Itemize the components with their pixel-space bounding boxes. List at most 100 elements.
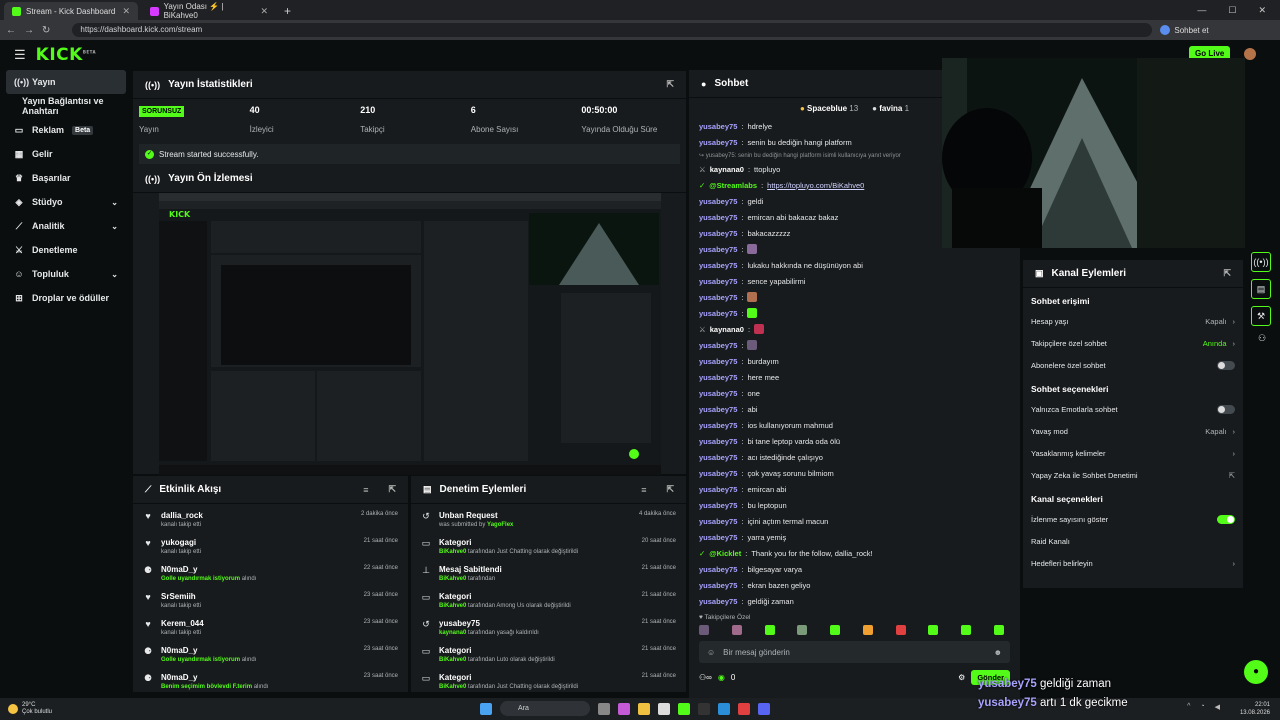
chat-message[interactable]: ⚔ kaynana0: bbox=[689, 321, 1020, 337]
chat-message[interactable]: yusabey75: ekran bazen geliyo bbox=[689, 577, 1020, 593]
chat-username[interactable]: yusabey75 bbox=[699, 485, 737, 494]
activity-row[interactable]: ♥ dallia_rock kanalı takip etti 2 dakika… bbox=[143, 508, 398, 535]
close-tab-icon[interactable]: ✕ bbox=[260, 6, 268, 17]
chat-message[interactable]: yusabey75: bbox=[689, 305, 1020, 321]
chat-username[interactable]: yusabey75 bbox=[699, 581, 737, 590]
emote-icon[interactable] bbox=[830, 625, 841, 635]
chat-username[interactable]: yusabey75 bbox=[699, 437, 737, 446]
chat-username[interactable]: yusabey75 bbox=[699, 533, 737, 542]
chat-username[interactable]: yusabey75 bbox=[699, 245, 737, 254]
sidebar-item-stream-key[interactable]: Yayın Bağlantısı ve Anahtarı bbox=[0, 94, 132, 118]
emote-icon[interactable] bbox=[895, 625, 906, 635]
chat-username[interactable]: yusabey75 bbox=[699, 565, 737, 574]
chat-message[interactable]: yusabey75: bi tane leptop varda oda ölü bbox=[689, 433, 1020, 449]
activity-row[interactable]: ⚈ N0maD_y Benim seçimim bövlevdi F.terim… bbox=[143, 670, 398, 697]
chat-username[interactable]: yusabey75 bbox=[699, 309, 737, 318]
chat-message[interactable]: yusabey75: geldiği zaman bbox=[689, 593, 1020, 608]
chat-username[interactable]: kaynana0 bbox=[710, 325, 744, 334]
emote-icon[interactable] bbox=[961, 625, 972, 635]
chrome-icon[interactable] bbox=[738, 702, 750, 715]
channel-action-row[interactable]: Abonelere özel sohbet bbox=[1023, 354, 1243, 376]
mod-action-row[interactable]: ▭ Kategori BiKahve0 tarafından Luto olar… bbox=[421, 643, 676, 670]
close-tab-icon[interactable]: ✕ bbox=[122, 6, 130, 17]
minimize-icon[interactable]: — bbox=[1197, 5, 1206, 15]
leader-item[interactable]: ● favina 1 bbox=[872, 104, 909, 113]
wifi-icon[interactable]: ◔ bbox=[1200, 703, 1204, 711]
chat-username[interactable]: yusabey75 bbox=[699, 229, 737, 238]
volume-icon[interactable]: ◀ bbox=[1215, 703, 1220, 711]
chat-message[interactable]: yusabey75: bbox=[689, 289, 1020, 305]
channel-action-row[interactable]: Hesap yaşı Kapalı › bbox=[1023, 310, 1243, 332]
channel-action-row[interactable]: İzlenme sayısını göster bbox=[1023, 508, 1243, 530]
url-field[interactable]: https://dashboard.kick.com/stream bbox=[72, 23, 1153, 37]
sidebar-item-revenue[interactable]: ▦ Gelir bbox=[0, 142, 132, 166]
sidebar-item-stream[interactable]: ((•)) Yayın bbox=[6, 70, 126, 94]
chat-message[interactable]: yusabey75: here mee bbox=[689, 369, 1020, 385]
chat-username[interactable]: yusabey75 bbox=[699, 373, 737, 382]
forward-icon[interactable]: → bbox=[24, 25, 34, 36]
chat-message[interactable]: yusabey75: bbox=[689, 337, 1020, 353]
chat-username[interactable]: yusabey75 bbox=[699, 341, 737, 350]
stream-preview-video[interactable]: KICK bbox=[159, 193, 661, 475]
activity-row[interactable]: ♥ yukogagi kanalı takip etti 21 saat önc… bbox=[143, 535, 398, 562]
channel-action-row[interactable]: Raid Kanalı bbox=[1023, 530, 1243, 552]
chat-username[interactable]: kaynana0 bbox=[710, 165, 744, 174]
menu-icon[interactable]: ☰ bbox=[14, 47, 26, 63]
sidebar-item-community[interactable]: ☺ Topluluk ⌄ bbox=[0, 262, 132, 286]
mod-action-row[interactable]: ⊥ Mesaj Sabitlendi BiKahve0 tarafından 2… bbox=[421, 562, 676, 589]
chat-username[interactable]: yusabey75 bbox=[699, 357, 737, 366]
reload-icon[interactable]: ↻ bbox=[42, 25, 50, 36]
chat-message[interactable]: yusabey75: sence yapabilirmi bbox=[689, 273, 1020, 289]
chat-username[interactable]: yusabey75 bbox=[699, 453, 737, 462]
sidebar-item-achievements[interactable]: ♛ Başarılar bbox=[0, 166, 132, 190]
mod-action-row[interactable]: ▭ Kategori BiKahve0 tarafından Just Chat… bbox=[421, 670, 676, 697]
channel-action-row[interactable]: Yavaş mod Kapalı › bbox=[1023, 420, 1243, 442]
windows-start-icon[interactable] bbox=[480, 702, 492, 715]
chat-username[interactable]: yusabey75 bbox=[699, 421, 737, 430]
chat-username[interactable]: yusabey75 bbox=[699, 277, 737, 286]
chat-link[interactable]: https://topluyo.com/BiKahve0 bbox=[767, 181, 864, 190]
emoji-icon[interactable]: ☺ bbox=[707, 648, 715, 657]
copilot-icon[interactable] bbox=[618, 702, 630, 715]
document-icon[interactable]: ▤ bbox=[1251, 279, 1271, 299]
popout-icon[interactable]: ⇱ bbox=[388, 484, 396, 495]
chat-message[interactable]: yusabey75: içini açtım termal macun bbox=[689, 513, 1020, 529]
channel-action-row[interactable]: Yasaklanmış kelimeler › bbox=[1023, 442, 1243, 464]
toggle-switch[interactable] bbox=[1217, 360, 1235, 370]
chat-message[interactable]: ✓ @Kicklet: Thank you for the follow, dal… bbox=[689, 545, 1020, 561]
avatar[interactable] bbox=[1244, 48, 1256, 60]
broadcast-icon[interactable]: ((•)) bbox=[1251, 252, 1271, 272]
emote-icon[interactable] bbox=[764, 625, 775, 635]
popout-icon[interactable]: ⇱ bbox=[666, 79, 674, 90]
chat-message[interactable]: yusabey75: çok yavaş sorunu bilmiom bbox=[689, 465, 1020, 481]
browser-tab-kick[interactable]: Stream - Kick Dashboard ✕ bbox=[4, 2, 138, 20]
popout-icon[interactable]: ⇱ bbox=[1223, 268, 1231, 279]
chat-message[interactable]: yusabey75: acı istediğinde çalışıyo bbox=[689, 449, 1020, 465]
maximize-icon[interactable]: ☐ bbox=[1228, 5, 1236, 16]
chat-username[interactable]: yusabey75 bbox=[699, 469, 737, 478]
community-icon[interactable]: ⚇ bbox=[1251, 333, 1273, 344]
chat-username[interactable]: @Kicklet bbox=[709, 549, 741, 558]
activity-row[interactable]: ⚈ N0maD_y Golle uyandırmak istiyorum alı… bbox=[143, 643, 398, 670]
chat-username[interactable]: yusabey75 bbox=[699, 138, 737, 147]
mod-action-row[interactable]: ▭ Kategori BiKahve0 tarafından Among Us … bbox=[421, 589, 676, 616]
chat-username[interactable]: yusabey75 bbox=[699, 517, 737, 526]
emote-icon[interactable] bbox=[993, 625, 1004, 635]
edge-icon[interactable] bbox=[718, 702, 730, 715]
chat-message[interactable]: yusabey75: bilgesayar varya bbox=[689, 561, 1020, 577]
chat-message[interactable]: yusabey75: abi bbox=[689, 401, 1020, 417]
app-icon[interactable] bbox=[658, 702, 670, 715]
toggle-switch[interactable] bbox=[1217, 514, 1235, 524]
channel-action-row[interactable]: Yalnızca Emotlarla sohbet bbox=[1023, 398, 1243, 420]
obs-icon[interactable] bbox=[698, 702, 710, 715]
chat-input[interactable]: ☺ Bir mesaj gönderin ☻ bbox=[699, 641, 1010, 663]
emote-icon[interactable] bbox=[699, 625, 709, 635]
chevron-up-icon[interactable]: ^ bbox=[1187, 703, 1190, 711]
chat-username[interactable]: yusabey75 bbox=[699, 213, 737, 222]
chat-username[interactable]: yusabey75 bbox=[699, 261, 737, 270]
chat-username[interactable]: yusabey75 bbox=[699, 389, 737, 398]
steam-icon[interactable] bbox=[758, 702, 770, 715]
activity-row[interactable]: ⚈ N0maD_y Golle uyandırmak istiyorum alı… bbox=[143, 562, 398, 589]
sidebar-item-ads[interactable]: ▭ Reklam Beta bbox=[0, 118, 132, 142]
chat-message[interactable]: yusabey75: emircan abi bbox=[689, 481, 1020, 497]
